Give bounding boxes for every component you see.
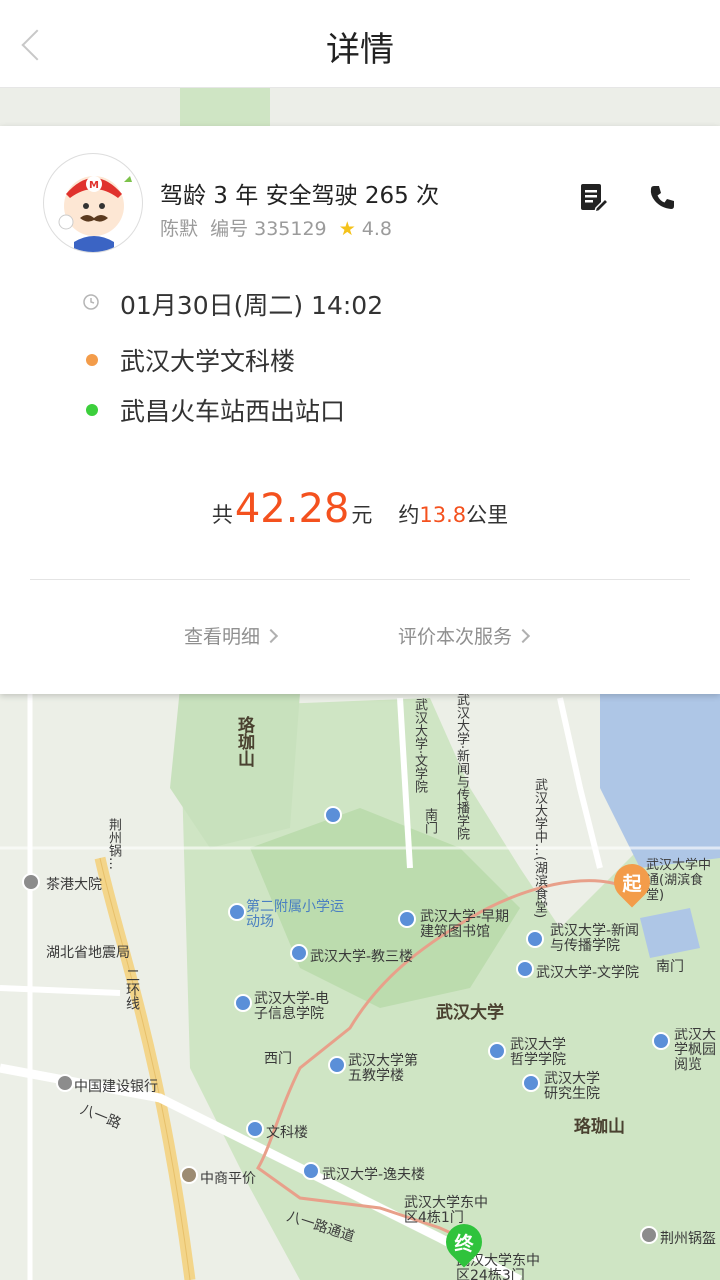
- call-driver-button[interactable]: [642, 178, 682, 218]
- poi-icon: [180, 1166, 198, 1184]
- driver-id: 编号 335129: [210, 218, 327, 240]
- trip-detail-card: M 驾龄 3 年 安全驾驶 265 次 陈默 编号 335129 ★ 4.8 0…: [0, 126, 720, 694]
- driver-stats: 驾龄 3 年 安全驾驶 265 次: [160, 183, 440, 209]
- map-label: 武汉大学研究生院: [544, 1071, 600, 1102]
- poi-icon: [228, 903, 246, 921]
- poi-icon: [640, 1226, 658, 1244]
- map-label: 武汉大学-文学院: [536, 965, 640, 981]
- view-details-link[interactable]: 查看明细: [184, 622, 279, 649]
- map-label: 武汉大学第五教学楼: [348, 1053, 418, 1084]
- map-label: 中国建设银行: [74, 1079, 158, 1095]
- map-label: 武汉大学中…(湖滨食堂): [532, 778, 547, 919]
- map-label: 武汉大学东中区4栋1门: [404, 1195, 488, 1226]
- rate-service-label: 评价本次服务: [398, 626, 513, 648]
- fare-prefix: 共: [211, 503, 233, 527]
- map-label: 武汉大学枫园阅览: [674, 1028, 716, 1073]
- poi-icon: [290, 944, 308, 962]
- map-label: 武汉大学: [436, 1003, 504, 1023]
- avatar: M: [43, 153, 143, 253]
- map-label: 二环线: [124, 968, 140, 1010]
- map-label: 文科楼: [266, 1125, 308, 1141]
- svg-text:M: M: [89, 180, 99, 191]
- origin-dot-icon: [86, 354, 98, 366]
- poi-icon: [522, 1074, 540, 1092]
- page-title: 详情: [326, 30, 394, 70]
- poi-icon: [488, 1042, 506, 1060]
- poi-icon: [246, 1120, 264, 1138]
- map-label: 珞珈山: [234, 716, 254, 767]
- map-label: 南门: [422, 808, 437, 834]
- map-label: 武汉大学哲学学院: [510, 1037, 566, 1068]
- map-label: 武汉大学-逸夫楼: [322, 1167, 426, 1183]
- map-label: 武汉大学-新闻与传播学院: [550, 923, 640, 954]
- driver-name: 陈默: [160, 218, 199, 240]
- start-pin[interactable]: 起: [606, 856, 658, 910]
- complaint-button[interactable]: [572, 178, 612, 218]
- poi-icon: [302, 1162, 320, 1180]
- map-label: 珞珈山: [574, 1117, 625, 1137]
- end-pin[interactable]: 终: [438, 1216, 490, 1270]
- poi-icon: [234, 994, 252, 1012]
- trip-time: 01月30日(周二) 14:02: [120, 291, 384, 320]
- poi-icon: [324, 806, 342, 824]
- phone-icon: [650, 186, 674, 209]
- poi-icon: [526, 930, 544, 948]
- rate-service-link[interactable]: 评价本次服务: [398, 622, 531, 649]
- fare-summary: 共42.28元 约13.8公里: [0, 486, 720, 532]
- map-label: 武汉大学-教三楼: [310, 949, 414, 965]
- start-pin-label: 起: [622, 873, 642, 895]
- distance-prefix: 约: [398, 503, 420, 527]
- star-icon: ★: [338, 218, 356, 240]
- map-label: 荆州锅…: [106, 818, 121, 870]
- poi-icon: [328, 1056, 346, 1074]
- poi-icon: [56, 1074, 74, 1092]
- driver-rating: 4.8: [361, 218, 392, 240]
- distance-unit: 公里: [466, 503, 509, 527]
- destination-address: 武昌火车站西出站口: [120, 397, 346, 426]
- map-label: 武汉大学-电子信息学院: [254, 991, 330, 1022]
- map-label: 茶港大院: [46, 877, 102, 893]
- map-label: 武汉大学-早期建筑图书馆: [420, 909, 510, 940]
- origin-address: 武汉大学文科楼: [120, 347, 296, 376]
- map-label: 湖北省地震局: [46, 945, 130, 961]
- poi-icon: [22, 873, 40, 891]
- end-pin-label: 终: [454, 1233, 474, 1255]
- destination-dot-icon: [86, 404, 98, 416]
- view-details-label: 查看明细: [184, 626, 261, 648]
- chevron-right-icon: [263, 628, 279, 644]
- fare-unit: 元: [351, 503, 373, 527]
- map-label: 中商平价: [200, 1171, 256, 1187]
- map-label: 武汉大学·文学院: [412, 698, 427, 794]
- poi-icon: [516, 960, 534, 978]
- map-label: 武汉大学·新闻与传播学院: [454, 693, 469, 841]
- distance-value: 13.8: [419, 503, 467, 527]
- map-label: 南门: [656, 959, 684, 975]
- clock-icon: [83, 294, 99, 310]
- top-bar: 详情: [0, 0, 720, 88]
- map-label: 武汉大学中通(湖滨食堂): [646, 858, 712, 903]
- note-edit-icon: [581, 184, 610, 214]
- map-label: 第二附属小学运动场: [246, 899, 344, 930]
- fare-amount: 42.28: [234, 486, 350, 532]
- map-label: 荆州锅盔: [660, 1231, 716, 1247]
- map-label: 西门: [264, 1051, 292, 1067]
- poi-icon: [652, 1032, 670, 1050]
- driver-avatar-icon: M: [58, 176, 132, 252]
- driver-info: 陈默 编号 335129 ★ 4.8: [160, 214, 392, 241]
- poi-icon: [398, 910, 416, 928]
- divider: [30, 579, 690, 580]
- chevron-right-icon: [515, 628, 531, 644]
